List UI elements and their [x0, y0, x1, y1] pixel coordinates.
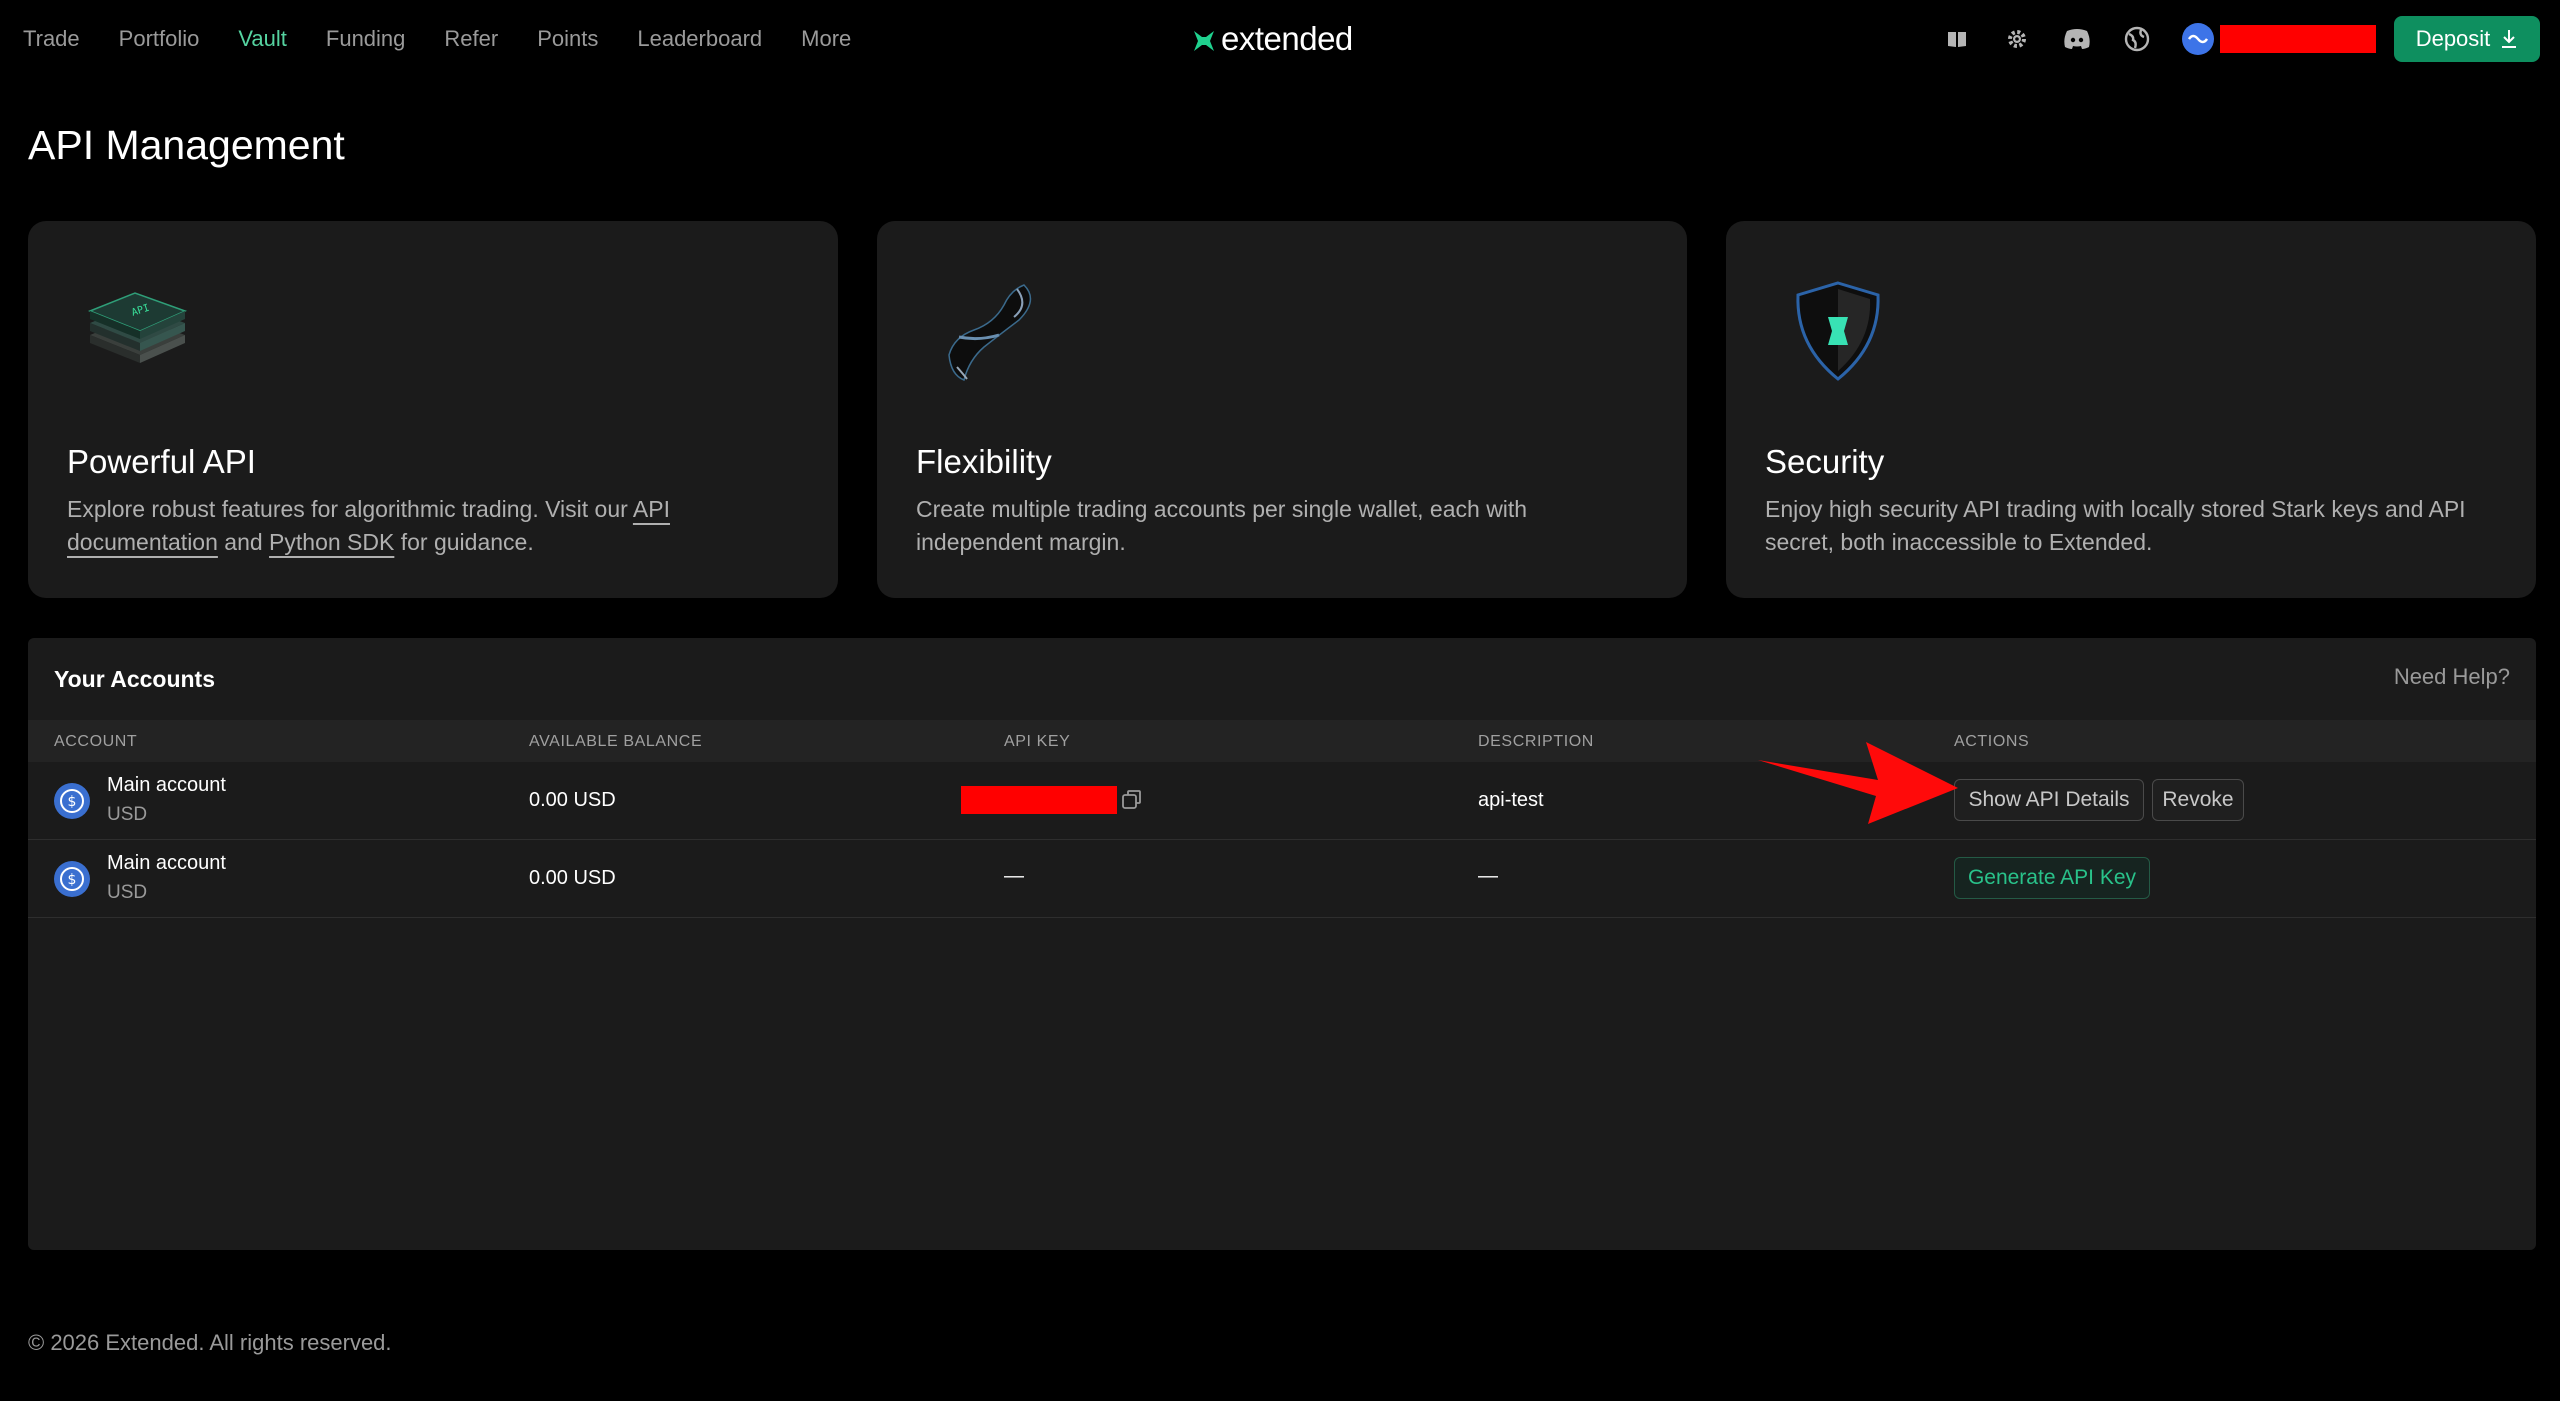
column-header-available-balance: AVAILABLE BALANCE [529, 733, 703, 750]
column-header-description: DESCRIPTION [1478, 733, 1594, 750]
globe-icon[interactable] [2122, 24, 2152, 54]
api-key-empty: — [1004, 865, 1024, 887]
api-stack-illustration: API [87, 292, 188, 363]
account-currency: USD [107, 804, 148, 825]
feature-card-security: Security Enjoy high security API trading… [1726, 221, 2536, 598]
account-name: Main account [107, 852, 226, 874]
column-header-api-key: API KEY [1004, 733, 1071, 750]
redacted-api-key [961, 786, 1117, 814]
nav-item-funding[interactable]: Funding [326, 26, 406, 52]
feature-card-flexibility: Flexibility Create multiple trading acco… [877, 221, 1687, 598]
gear-icon[interactable] [2002, 24, 2032, 54]
show-api-details-button[interactable]: Show API Details [1954, 779, 2144, 821]
discord-icon[interactable] [2062, 24, 2092, 54]
feature-card-powerful-api: API Powerful API Explore robust features… [28, 221, 838, 598]
api-key-description: api-test [1478, 789, 1544, 811]
account-name: Main account [107, 774, 226, 796]
card-description: Enjoy high security API trading with loc… [1765, 496, 2466, 555]
download-icon [2502, 30, 2517, 48]
nav-item-leaderboard[interactable]: Leaderboard [637, 26, 762, 52]
svg-text:$: $ [68, 794, 77, 810]
deposit-button[interactable]: Deposit [2394, 16, 2540, 62]
deposit-label: Deposit [2415, 26, 2491, 51]
card-description: Explore robust features for algorithmic … [67, 493, 807, 559]
card-desc-text: and [217, 529, 270, 555]
redacted-wallet-address[interactable] [2220, 25, 2376, 53]
brand-logo[interactable]: extended [1192, 18, 1353, 60]
nav-item-trade[interactable]: Trade [23, 26, 80, 52]
accounts-title: Your Accounts [54, 666, 216, 692]
card-title: Security [1765, 443, 1885, 480]
feature-cards: API Powerful API Explore robust features… [28, 221, 2536, 598]
accounts-panel: Your Accounts Need Help? ACCOUNT AVAILAB… [28, 638, 2536, 1250]
book-icon[interactable] [1942, 24, 1972, 54]
footer-copyright: © 2026 Extended. All rights reserved. [28, 1330, 392, 1355]
card-desc-text: Explore robust features for algorithmic … [67, 496, 633, 522]
available-balance: 0.00 USD [529, 867, 616, 889]
account-currency: USD [107, 882, 148, 903]
card-desc-text: for guidance. [394, 529, 534, 555]
nav-item-portfolio[interactable]: Portfolio [119, 26, 200, 52]
card-title: Powerful API [67, 443, 256, 480]
column-header-account: ACCOUNT [54, 733, 138, 750]
logo-mark-icon [1194, 31, 1214, 51]
accounts-table-header: ACCOUNT AVAILABLE BALANCE API KEY DESCRI… [28, 720, 2536, 762]
card-title: Flexibility [916, 443, 1052, 480]
wallet-avatar-icon[interactable] [2182, 23, 2214, 55]
top-navigation-bar: Trade Portfolio Vault Funding Refer Poin… [0, 0, 2560, 78]
table-row: $ Main account USD 0.00 USD api-test Sho… [28, 762, 2536, 840]
usd-coin-icon: $ [54, 861, 90, 897]
table-row: $ Main account USD 0.00 USD — — Generate… [28, 840, 2536, 918]
page-title: API Management [28, 122, 345, 168]
shield-illustration [1796, 281, 1880, 381]
need-help-link[interactable]: Need Help? [2394, 664, 2510, 690]
revoke-button[interactable]: Revoke [2152, 779, 2244, 821]
twisted-ribbon-illustration [948, 284, 1032, 382]
api-key-description: — [1478, 865, 1498, 887]
generate-api-key-button[interactable]: Generate API Key [1954, 857, 2150, 899]
svg-text:$: $ [68, 872, 77, 888]
nav-item-more[interactable]: More [801, 26, 851, 52]
nav-item-refer[interactable]: Refer [444, 26, 498, 52]
annotation-arrow-icon [1758, 742, 1958, 824]
python-sdk-link[interactable]: Python SDK [269, 529, 394, 555]
usd-coin-icon: $ [54, 783, 90, 819]
copy-icon[interactable] [1120, 788, 1144, 812]
nav-item-vault[interactable]: Vault [238, 26, 287, 52]
brand-name: extended [1221, 20, 1353, 57]
nav-item-points[interactable]: Points [537, 26, 598, 52]
header-tools: Deposit [1942, 16, 2540, 62]
card-description: Create multiple trading accounts per sin… [916, 496, 1528, 555]
main-nav: Trade Portfolio Vault Funding Refer Poin… [23, 0, 890, 78]
available-balance: 0.00 USD [529, 789, 616, 811]
